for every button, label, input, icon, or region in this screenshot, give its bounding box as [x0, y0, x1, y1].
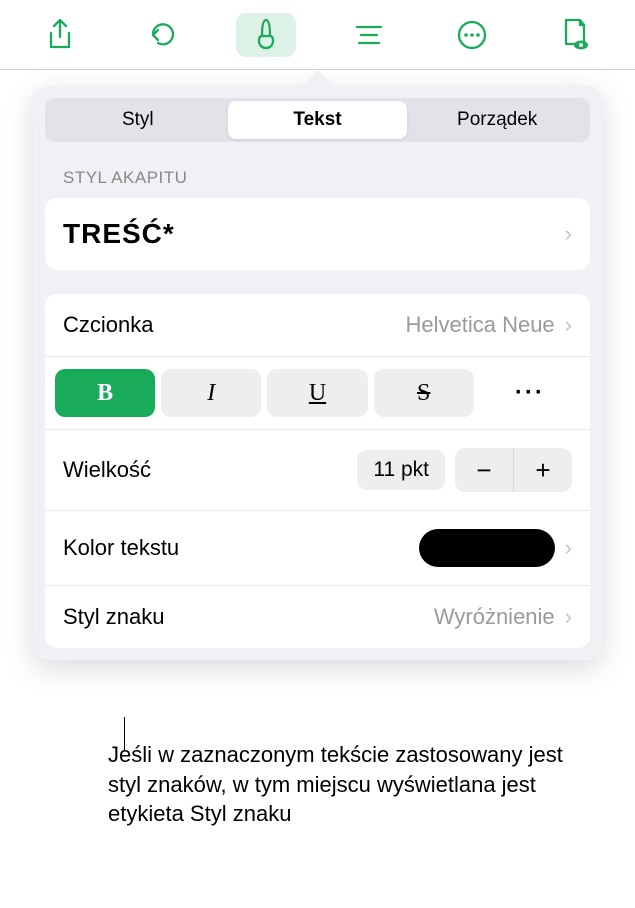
text-color-label: Kolor tekstu: [63, 535, 419, 561]
top-toolbar: [0, 0, 635, 70]
more-button[interactable]: [442, 13, 502, 57]
font-row[interactable]: Czcionka Helvetica Neue ›: [45, 294, 590, 357]
size-stepper: − +: [455, 448, 572, 492]
chevron-right-icon: ›: [565, 312, 572, 338]
undo-icon: [148, 20, 178, 50]
text-options-card: Czcionka Helvetica Neue › B I U S ··· Wi…: [45, 294, 590, 648]
bold-button[interactable]: B: [55, 369, 155, 417]
size-label: Wielkość: [63, 457, 357, 483]
chevron-right-icon: ›: [565, 604, 572, 630]
collaboration-button[interactable]: [545, 13, 605, 57]
brush-icon: [252, 18, 280, 52]
format-popover: Styl Tekst Porządek STYL AKAPITU TREŚĆ* …: [33, 86, 602, 660]
paragraph-style-row[interactable]: TREŚĆ* ›: [45, 198, 590, 270]
character-style-row[interactable]: Styl znaku Wyróżnienie ›: [45, 586, 590, 648]
format-buttons-row: B I U S ···: [45, 357, 590, 430]
size-value[interactable]: 11 pkt: [357, 450, 445, 490]
size-decrease-button[interactable]: −: [455, 448, 513, 492]
tab-arrange[interactable]: Porządek: [407, 101, 587, 139]
share-icon: [47, 19, 73, 51]
undo-button[interactable]: [133, 13, 193, 57]
more-format-button[interactable]: ···: [480, 369, 580, 417]
tab-text[interactable]: Tekst: [228, 101, 408, 139]
paragraph-style-header: STYL AKAPITU: [45, 162, 590, 198]
tab-style[interactable]: Styl: [48, 101, 228, 139]
outline-button[interactable]: [339, 13, 399, 57]
underline-button[interactable]: U: [267, 369, 367, 417]
callout-leader-line: [124, 717, 125, 751]
text-color-row[interactable]: Kolor tekstu ›: [45, 511, 590, 586]
format-brush-button[interactable]: [236, 13, 296, 57]
more-icon: [457, 20, 487, 50]
size-increase-button[interactable]: +: [514, 448, 572, 492]
chevron-right-icon: ›: [565, 221, 572, 247]
chevron-right-icon: ›: [565, 535, 572, 561]
share-button[interactable]: [30, 13, 90, 57]
paragraph-style-name: TREŚĆ*: [63, 218, 175, 250]
annotation-callout: Jeśli w zaznaczonym tekście zastosowany …: [108, 740, 595, 829]
callout-text: Jeśli w zaznaczonym tekście zastosowany …: [108, 740, 595, 829]
font-label: Czcionka: [63, 312, 405, 338]
character-style-label: Styl znaku: [63, 604, 434, 630]
text-color-swatch[interactable]: [419, 529, 555, 567]
italic-button[interactable]: I: [161, 369, 261, 417]
popover-arrow: [300, 70, 336, 88]
tab-segmented-control: Styl Tekst Porządek: [45, 98, 590, 142]
character-style-value: Wyróżnienie: [434, 604, 555, 630]
document-eye-icon: [560, 18, 590, 52]
size-row: Wielkość 11 pkt − +: [45, 430, 590, 511]
list-icon: [353, 23, 385, 47]
paragraph-style-card: TREŚĆ* ›: [45, 198, 590, 270]
strikethrough-button[interactable]: S: [374, 369, 474, 417]
font-value: Helvetica Neue: [405, 312, 554, 338]
